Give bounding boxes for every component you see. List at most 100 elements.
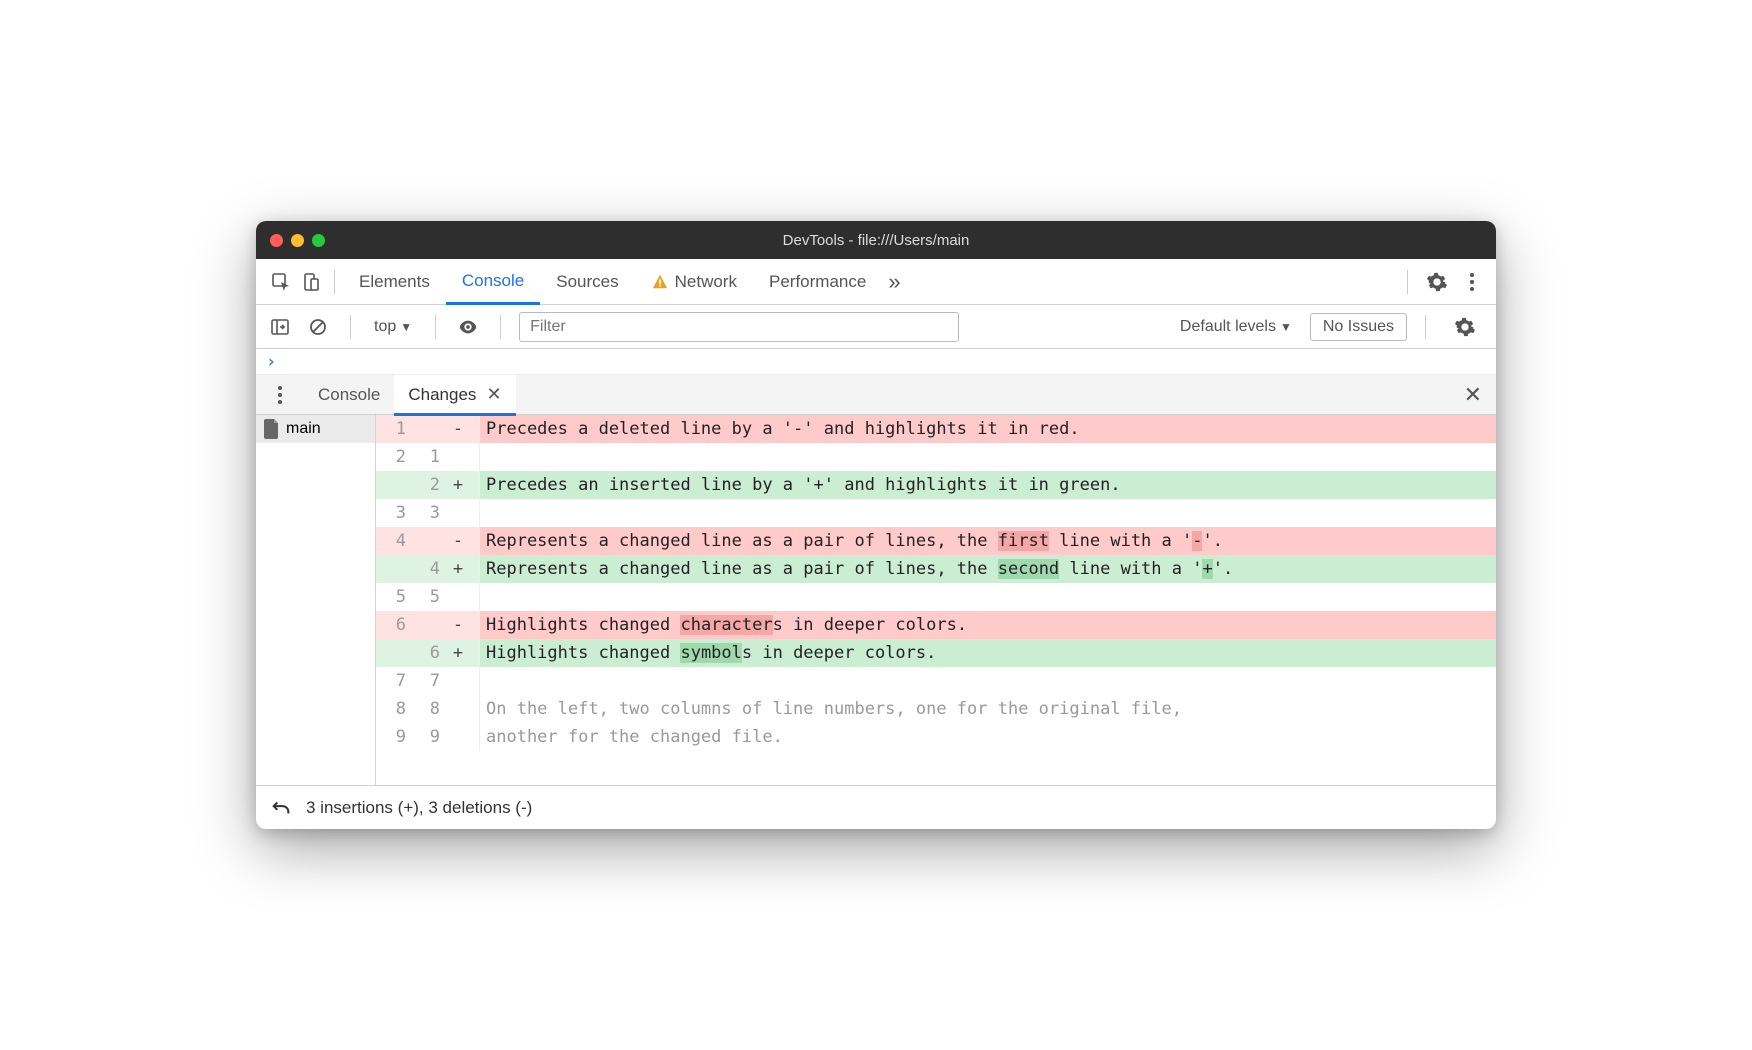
diff-line: 55 <box>376 583 1496 611</box>
log-levels-selector[interactable]: Default levels ▼ <box>1172 318 1300 336</box>
console-settings-icon[interactable] <box>1444 316 1486 338</box>
close-window-button[interactable] <box>270 234 283 247</box>
chevron-down-icon: ▼ <box>400 320 412 334</box>
tab-label: Performance <box>769 272 866 292</box>
line-number-new: 8 <box>410 695 444 723</box>
overflow-menu-icon[interactable] <box>1458 273 1486 291</box>
filter-input[interactable] <box>519 312 959 342</box>
window-title: DevTools - file:///Users/main <box>256 232 1496 249</box>
line-number-new: 5 <box>410 583 444 611</box>
separator <box>334 270 335 294</box>
issues-label: No Issues <box>1323 318 1394 335</box>
tab-label: Network <box>675 272 737 292</box>
warning-icon <box>651 273 669 291</box>
device-toolbar-icon[interactable] <box>296 267 326 297</box>
inspect-element-icon[interactable] <box>266 267 296 297</box>
context-label: top <box>374 318 396 336</box>
line-number-old: 7 <box>376 667 410 695</box>
diff-code <box>480 667 1496 695</box>
execution-context-selector[interactable]: top ▼ <box>369 315 417 339</box>
diff-sign <box>444 695 472 723</box>
line-number-old: 9 <box>376 723 410 751</box>
line-number-old: 4 <box>376 527 410 555</box>
titlebar: DevTools - file:///Users/main <box>256 221 1496 259</box>
diff-code: another for the changed file. <box>480 723 1496 751</box>
console-prompt[interactable] <box>256 349 1496 375</box>
live-expression-icon[interactable] <box>454 313 482 341</box>
drawer-tab-changes[interactable]: Changes ✕ <box>394 375 515 415</box>
show-console-sidebar-icon[interactable] <box>266 313 294 341</box>
issues-button[interactable]: No Issues <box>1310 313 1407 341</box>
line-number-old <box>376 471 410 499</box>
file-icon <box>264 419 280 439</box>
diff-code: Precedes a deleted line by a '-' and hig… <box>480 415 1496 443</box>
line-number-new: 6 <box>410 639 444 667</box>
line-number-old: 5 <box>376 583 410 611</box>
line-number-old: 8 <box>376 695 410 723</box>
tab-sources[interactable]: Sources <box>540 259 634 305</box>
devtools-window: DevTools - file:///Users/main Elements C… <box>256 221 1496 829</box>
diff-code <box>480 443 1496 471</box>
tab-performance[interactable]: Performance <box>753 259 882 305</box>
line-number-old <box>376 555 410 583</box>
line-number-new <box>410 415 444 443</box>
tab-console[interactable]: Console <box>446 259 540 305</box>
diff-code: On the left, two columns of line numbers… <box>480 695 1496 723</box>
close-drawer-icon[interactable]: ✕ <box>1450 382 1496 408</box>
chevron-down-icon: ▼ <box>1280 320 1292 334</box>
diff-sign <box>444 667 472 695</box>
diff-sign: - <box>444 527 472 555</box>
diff-sign <box>444 723 472 751</box>
line-number-old <box>376 639 410 667</box>
changes-panel: main 1-Precedes a deleted line by a '-' … <box>256 415 1496 785</box>
tab-network[interactable]: Network <box>635 259 753 305</box>
more-tabs-icon[interactable]: » <box>882 269 906 295</box>
line-number-new <box>410 611 444 639</box>
tab-elements[interactable]: Elements <box>343 259 446 305</box>
files-sidebar: main <box>256 415 376 785</box>
diff-code <box>480 583 1496 611</box>
tab-label: Console <box>462 271 524 291</box>
maximize-window-button[interactable] <box>312 234 325 247</box>
file-name: main <box>286 420 321 438</box>
file-item[interactable]: main <box>256 415 375 443</box>
line-number-old: 3 <box>376 499 410 527</box>
settings-icon[interactable] <box>1416 271 1458 293</box>
diff-view: 1-Precedes a deleted line by a '-' and h… <box>376 415 1496 785</box>
tab-label: Console <box>318 385 380 405</box>
line-number-new: 2 <box>410 471 444 499</box>
tab-label: Changes <box>408 385 476 405</box>
separator <box>1425 315 1426 339</box>
diff-line: 6-Highlights changed characters in deepe… <box>376 611 1496 639</box>
diff-sign <box>444 583 472 611</box>
close-tab-icon[interactable]: ✕ <box>486 384 501 405</box>
line-number-old: 1 <box>376 415 410 443</box>
diff-line: 4+Represents a changed line as a pair of… <box>376 555 1496 583</box>
diff-sign: - <box>444 611 472 639</box>
diff-line: 21 <box>376 443 1496 471</box>
diff-line: 99another for the changed file. <box>376 723 1496 751</box>
diff-code: Represents a changed line as a pair of l… <box>480 555 1496 583</box>
diff-sign: - <box>444 415 472 443</box>
diff-sign: + <box>444 471 472 499</box>
separator <box>1407 270 1408 294</box>
diff-line: 77 <box>376 667 1496 695</box>
diff-code: Highlights changed characters in deeper … <box>480 611 1496 639</box>
drawer-tabs: Console Changes ✕ ✕ <box>256 375 1496 415</box>
changes-summary: 3 insertions (+), 3 deletions (-) <box>306 798 532 818</box>
drawer-menu-icon[interactable] <box>266 386 294 404</box>
line-number-new: 3 <box>410 499 444 527</box>
tab-label: Elements <box>359 272 430 292</box>
diff-sign: + <box>444 555 472 583</box>
drawer-tab-console[interactable]: Console <box>304 375 394 415</box>
diff-sign <box>444 443 472 471</box>
clear-console-icon[interactable] <box>304 313 332 341</box>
minimize-window-button[interactable] <box>291 234 304 247</box>
separator <box>435 315 436 339</box>
diff-code: Highlights changed symbols in deeper col… <box>480 639 1496 667</box>
revert-icon[interactable] <box>270 797 292 819</box>
main-tabs: Elements Console Sources Network Perform… <box>256 259 1496 305</box>
line-number-old: 2 <box>376 443 410 471</box>
diff-line: 88 On the left, two columns of line numbe… <box>376 695 1496 723</box>
diff-line: 4-Represents a changed line as a pair of… <box>376 527 1496 555</box>
